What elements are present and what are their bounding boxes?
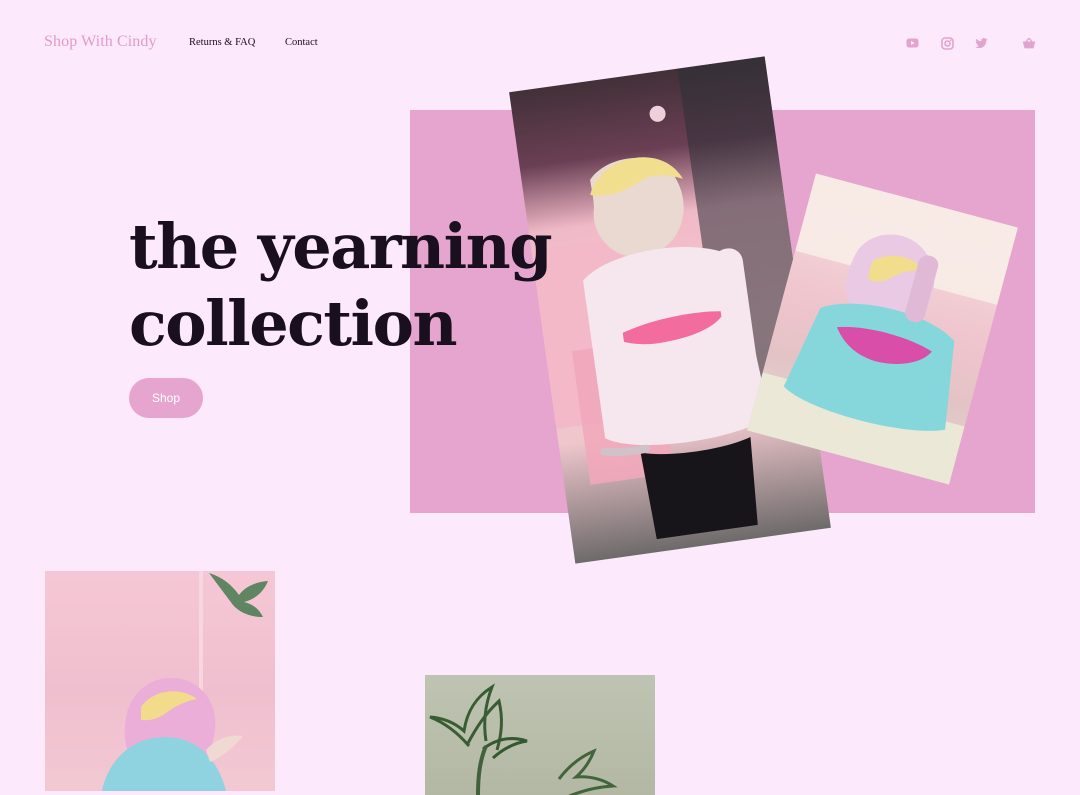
- nav-returns-faq[interactable]: Returns & FAQ: [189, 37, 255, 48]
- bottom-left-photo: [45, 571, 275, 791]
- bottom-middle-photo: [425, 675, 655, 795]
- hero-title-line-1: the yearning: [129, 210, 553, 283]
- hero-title-line-2: collection: [129, 287, 458, 360]
- instagram-icon[interactable]: [938, 34, 956, 52]
- brand-logo[interactable]: Shop With Cindy: [44, 33, 157, 51]
- cart-icon[interactable]: [1020, 34, 1038, 52]
- hero-title: the yearning collection: [129, 208, 553, 362]
- shop-button[interactable]: Shop: [129, 378, 203, 418]
- youtube-icon[interactable]: [903, 34, 921, 52]
- twitter-icon[interactable]: [972, 34, 990, 52]
- nav-contact[interactable]: Contact: [285, 37, 318, 48]
